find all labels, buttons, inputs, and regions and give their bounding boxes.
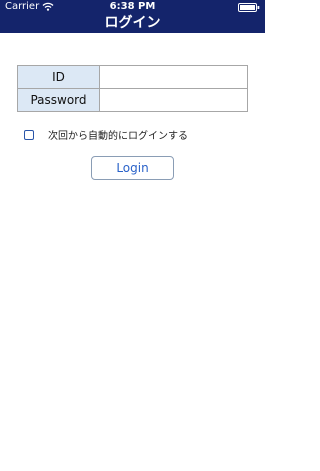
id-label: ID xyxy=(17,65,100,89)
password-row: Password xyxy=(17,88,248,112)
id-field[interactable] xyxy=(100,66,247,88)
login-content: ID Password 次回から自動的にログインする Login xyxy=(0,33,265,471)
status-bar: Carrier 6:38 PM xyxy=(0,0,265,13)
auto-login-option[interactable]: 次回から自動的にログインする xyxy=(24,127,188,142)
clock: 6:38 PM xyxy=(109,1,156,12)
password-field[interactable] xyxy=(100,89,247,111)
header: Carrier 6:38 PM ログイン xyxy=(0,0,265,33)
login-button[interactable]: Login xyxy=(91,156,174,180)
page-title: ログイン xyxy=(104,15,161,31)
password-cell xyxy=(99,88,248,112)
battery-icon xyxy=(238,3,260,12)
login-form: ID Password xyxy=(17,65,248,112)
auto-login-checkbox[interactable] xyxy=(24,129,34,140)
id-cell xyxy=(99,65,248,89)
id-row: ID xyxy=(17,65,248,89)
auto-login-label: 次回から自動的にログインする xyxy=(48,131,188,142)
password-label: Password xyxy=(17,88,100,112)
